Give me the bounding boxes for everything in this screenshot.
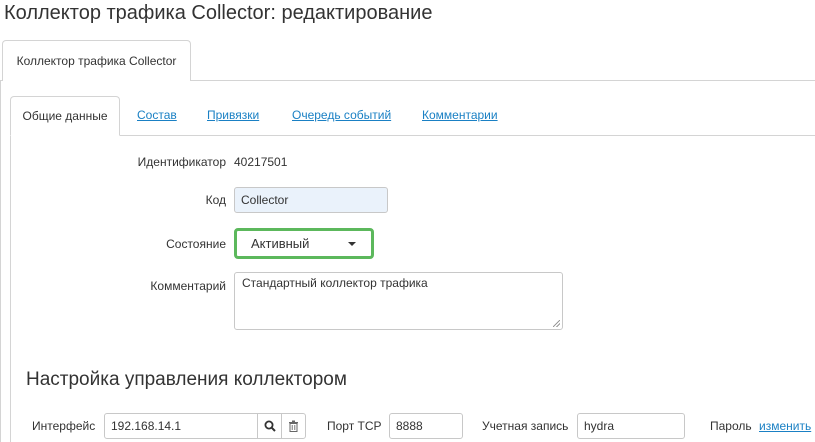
state-select[interactable]: Активный	[234, 228, 374, 259]
tab-collector-label: Коллектор трафика Collector	[16, 54, 177, 68]
password-label: Пароль	[710, 419, 752, 433]
tab-composition[interactable]: Состав	[137, 96, 177, 136]
page-title: Коллектор трафика Collector: редактирова…	[4, 2, 433, 24]
identifier-value: 40217501	[234, 155, 288, 169]
interface-input[interactable]	[104, 413, 258, 439]
account-input[interactable]	[577, 413, 685, 439]
chevron-down-icon	[348, 242, 356, 246]
resize-handle-icon[interactable]	[553, 320, 560, 327]
tab-comments[interactable]: Комментарии	[422, 96, 498, 136]
port-label: Порт TCP	[327, 419, 382, 433]
account-label: Учетная запись	[482, 419, 569, 433]
tab-general[interactable]: Общие данные	[10, 96, 120, 136]
code-label: Код	[205, 193, 226, 207]
port-input[interactable]	[389, 413, 463, 439]
tab-collector[interactable]: Коллектор трафика Collector	[2, 40, 191, 81]
tab-bindings[interactable]: Привязки	[207, 96, 259, 136]
inner-tab-divider	[10, 135, 815, 136]
comment-label: Комментарий	[150, 279, 226, 293]
change-password-link[interactable]: изменить	[759, 419, 811, 433]
comment-textarea[interactable]: Стандартный коллектор трафика	[234, 272, 563, 330]
state-label: Состояние	[166, 237, 226, 251]
panel-border	[0, 81, 1, 442]
code-input[interactable]	[234, 187, 388, 213]
trash-icon	[289, 420, 298, 432]
management-section-title: Настройка управления коллектором	[26, 369, 347, 390]
comment-text: Стандартный коллектор трафика	[242, 276, 428, 290]
inner-panel-border	[10, 135, 11, 442]
state-select-value: Активный	[251, 236, 310, 251]
edit-panel: Общие данные Состав Привязки Очередь соб…	[0, 81, 815, 442]
search-icon	[264, 420, 276, 432]
interface-label: Интерфейс	[32, 419, 96, 433]
tab-event-queue[interactable]: Очередь событий	[292, 96, 391, 136]
identifier-label: Идентификатор	[137, 155, 226, 169]
interface-search-button[interactable]	[257, 413, 282, 439]
interface-clear-button[interactable]	[281, 413, 306, 439]
